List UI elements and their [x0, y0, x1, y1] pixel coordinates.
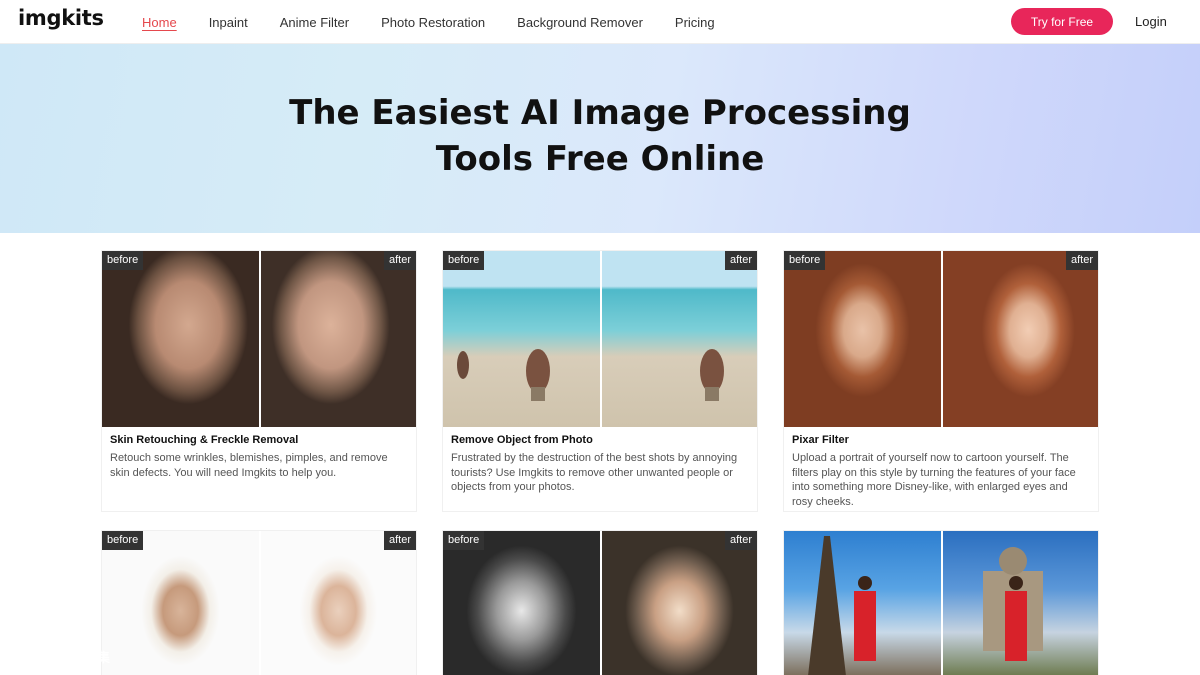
- hero-title-line-1: The Easiest AI Image Processing: [289, 93, 911, 133]
- login-link[interactable]: Login: [1135, 14, 1167, 29]
- before-image: [443, 531, 600, 675]
- card-title: Pixar Filter: [792, 434, 849, 446]
- try-for-free-button[interactable]: Try for Free: [1011, 8, 1113, 35]
- after-tag: after: [1065, 251, 1098, 270]
- hero-heading: The Easiest AI Image Processing Tools Fr…: [0, 90, 1200, 182]
- before-after-image: before after: [443, 251, 757, 427]
- before-image: [102, 531, 259, 675]
- nav-inpaint[interactable]: Inpaint: [209, 15, 248, 30]
- card-description: Frustrated by the destruction of the bes…: [451, 452, 738, 493]
- after-image: [600, 251, 757, 427]
- before-tag: before: [102, 531, 144, 550]
- main-nav: Home Inpaint Anime Filter Photo Restorat…: [142, 0, 747, 44]
- card-makeup-filter[interactable]: before after: [101, 530, 417, 675]
- eiffel-tower-scene: [808, 536, 876, 675]
- palace-scene: [983, 547, 1043, 661]
- card-photo-colorize[interactable]: before after: [442, 530, 758, 675]
- before-tag: before: [102, 251, 144, 270]
- card-description: Retouch some wrinkles, blemishes, pimple…: [110, 452, 388, 479]
- before-after-image: [784, 531, 1098, 675]
- before-after-image: before after: [102, 251, 416, 427]
- nav-background-remover[interactable]: Background Remover: [517, 15, 643, 30]
- before-tag: before: [443, 531, 485, 550]
- card-pixar-filter[interactable]: before after Pixar Filter Upload a portr…: [783, 250, 1099, 512]
- runner-figure: [700, 349, 724, 401]
- after-image: [600, 531, 757, 675]
- before-after-image: before after: [443, 531, 757, 675]
- card-description: Upload a portrait of yourself now to car…: [792, 452, 1076, 508]
- watermark: ai-bot.cn AI工具集: [12, 638, 110, 664]
- after-tag: after: [724, 531, 757, 550]
- logo[interactable]: imgkits: [18, 6, 104, 30]
- after-tag: after: [383, 531, 416, 550]
- before-after-image: before after: [784, 251, 1098, 427]
- before-tag: before: [784, 251, 826, 270]
- nav-photo-restoration[interactable]: Photo Restoration: [381, 15, 485, 30]
- card-background-change[interactable]: [783, 530, 1099, 675]
- card-skin-retouching[interactable]: before after Skin Retouching & Freckle R…: [101, 250, 417, 512]
- nav-anime-filter[interactable]: Anime Filter: [280, 15, 349, 30]
- before-image: [102, 251, 259, 427]
- nav-pricing[interactable]: Pricing: [675, 15, 715, 30]
- tourists-figures: [457, 349, 550, 401]
- nav-home[interactable]: Home: [142, 15, 177, 30]
- before-image: [784, 531, 941, 675]
- after-image: [941, 251, 1098, 427]
- watermark-brand: AI工具集: [58, 650, 111, 665]
- after-image: [259, 251, 416, 427]
- card-title: Remove Object from Photo: [451, 434, 593, 446]
- hero-banner: The Easiest AI Image Processing Tools Fr…: [0, 44, 1200, 233]
- hero-title-line-2: Tools Free Online: [435, 139, 765, 179]
- top-header: imgkits Home Inpaint Anime Filter Photo …: [0, 0, 1200, 44]
- after-tag: after: [383, 251, 416, 270]
- card-remove-object[interactable]: before after Remove Object from Photo Fr…: [442, 250, 758, 512]
- after-image: [259, 531, 416, 675]
- cloud-logo-icon: [17, 641, 49, 661]
- before-image: [443, 251, 600, 427]
- watermark-text: ai-bot.cn AI工具集: [58, 638, 110, 664]
- before-image: [784, 251, 941, 427]
- card-title: Skin Retouching & Freckle Removal: [110, 434, 299, 446]
- after-image: [941, 531, 1098, 675]
- after-tag: after: [724, 251, 757, 270]
- before-after-image: before after: [102, 531, 416, 675]
- before-tag: before: [443, 251, 485, 270]
